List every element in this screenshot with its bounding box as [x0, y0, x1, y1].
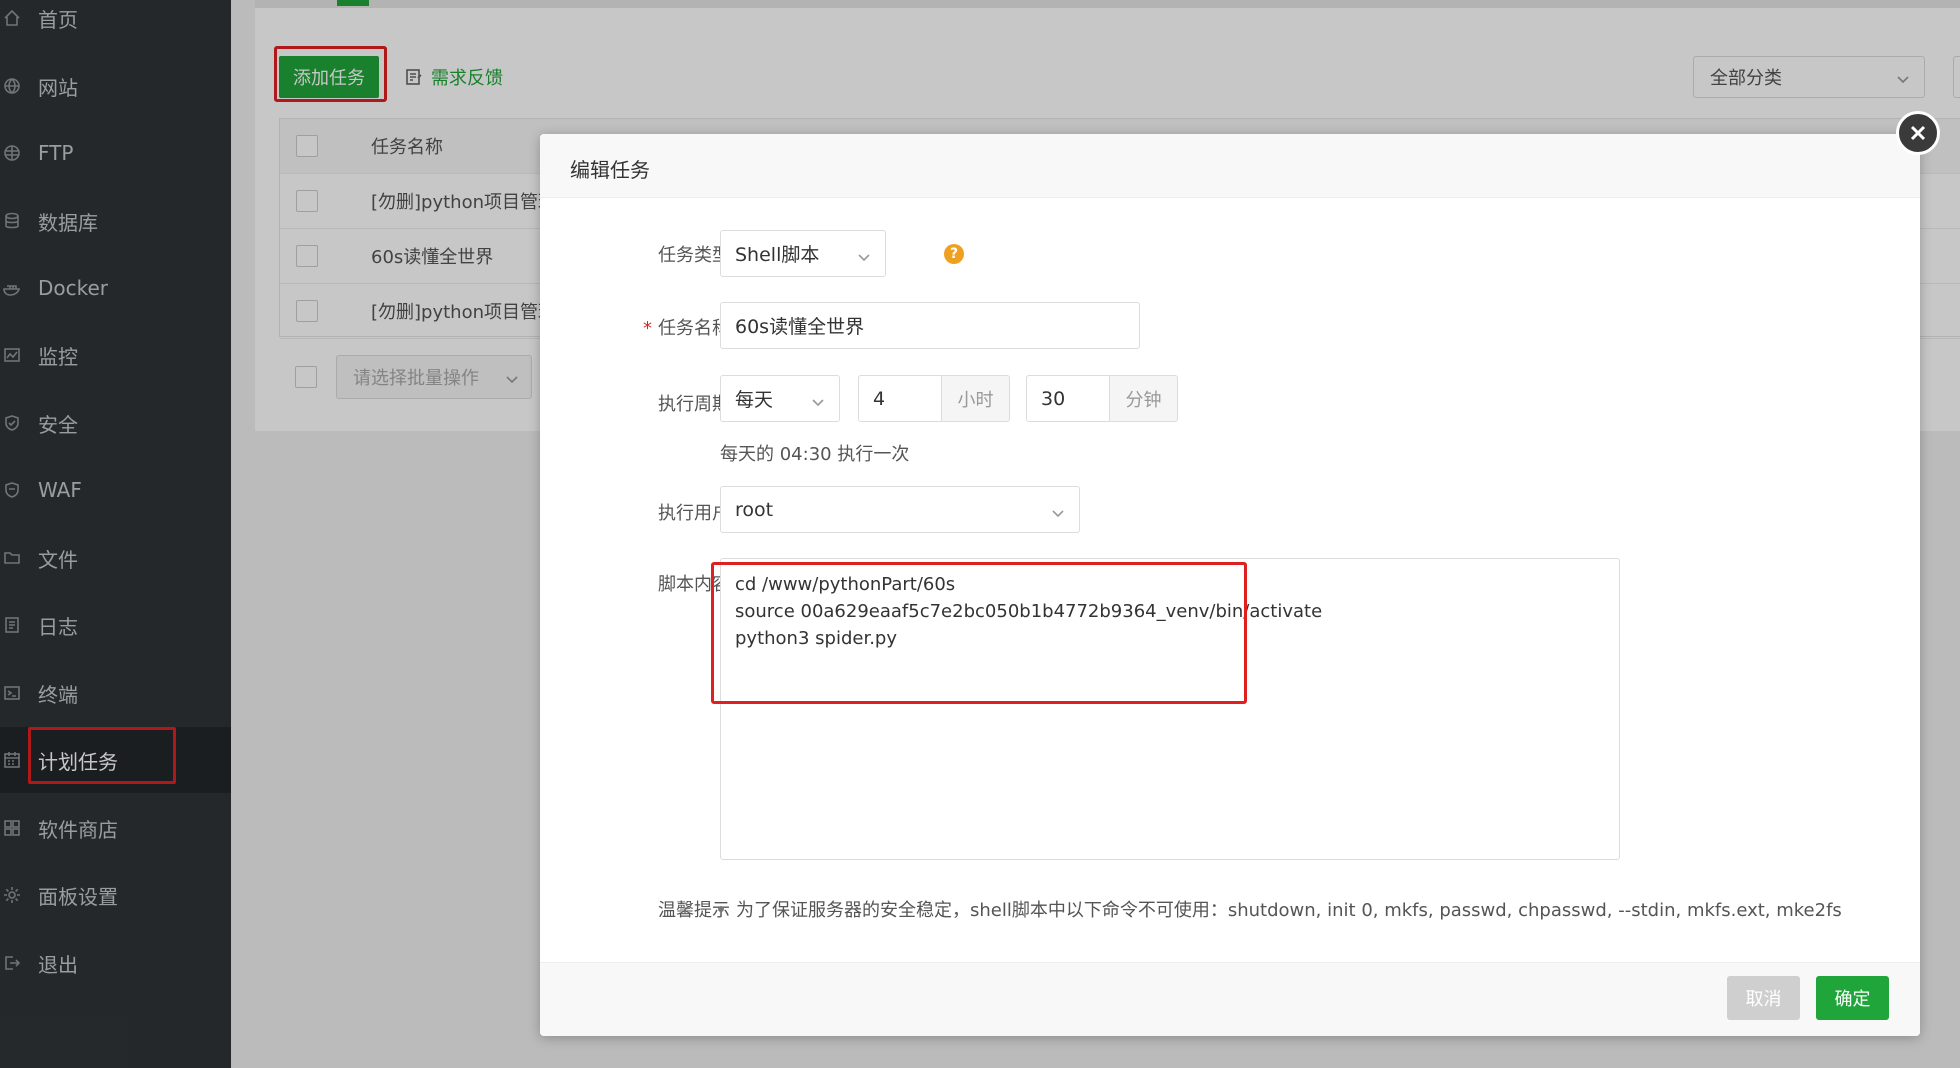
- required-mark: *: [643, 318, 652, 339]
- hour-input[interactable]: 4: [858, 375, 942, 422]
- close-button[interactable]: [1896, 111, 1940, 155]
- script-line: cd /www/pythonPart/60s: [735, 574, 956, 595]
- chevron-down-icon: [811, 392, 825, 414]
- task-type-value: Shell脚本: [735, 244, 820, 266]
- dialog-footer: 取消 确定: [540, 962, 1920, 1036]
- tip-content: 为了保证服务器的安全稳定，shell脚本中以下命令不可使用：shutdown, …: [736, 900, 1842, 921]
- cancel-button[interactable]: 取消: [1727, 976, 1800, 1020]
- minute-value: 30: [1041, 387, 1066, 410]
- minute-unit: 分钟: [1110, 375, 1178, 422]
- close-icon: [1910, 125, 1926, 141]
- chevron-down-icon: [857, 247, 871, 269]
- edit-task-dialog: 编辑任务 任务类型 Shell脚本 ? * 任务名称 60s读懂全世界 执行周期 …: [540, 111, 1940, 1036]
- script-label: 脚本内容: [658, 574, 730, 595]
- hour-value: 4: [873, 387, 886, 410]
- dialog-header: 编辑任务: [540, 134, 1920, 198]
- tip-label: 温馨提示: [658, 900, 730, 921]
- user-label: 执行用户: [658, 503, 730, 524]
- user-select[interactable]: root: [720, 486, 1080, 533]
- script-line: python3 spider.py: [735, 628, 897, 649]
- cycle-period-select[interactable]: 每天: [720, 375, 840, 422]
- cycle-summary: 每天的 04:30 执行一次: [720, 444, 910, 465]
- task-name-value: 60s读懂全世界: [735, 316, 865, 338]
- task-type-label: 任务类型: [658, 245, 730, 266]
- cycle-period-value: 每天: [735, 389, 774, 411]
- user-value: root: [735, 498, 774, 521]
- script-textarea[interactable]: cd /www/pythonPart/60s source 00a629eaaf…: [720, 558, 1620, 860]
- script-line: source 00a629eaaf5c7e2bc050b1b4772b9364_…: [735, 601, 1323, 622]
- tip-text: 为了保证服务器的安全稳定，shell脚本中以下命令不可使用：shutdown, …: [718, 896, 1842, 922]
- confirm-button[interactable]: 确定: [1816, 976, 1889, 1020]
- cycle-label: 执行周期: [658, 394, 730, 415]
- dialog-title: 编辑任务: [570, 158, 650, 182]
- task-name-label: * 任务名称: [618, 314, 730, 340]
- hour-unit: 小时: [942, 375, 1010, 422]
- task-name-input[interactable]: 60s读懂全世界: [720, 302, 1140, 349]
- chevron-down-icon: [1051, 503, 1065, 525]
- bullet-icon: [718, 906, 724, 912]
- minute-input[interactable]: 30: [1026, 375, 1110, 422]
- task-type-select[interactable]: Shell脚本: [720, 230, 886, 277]
- help-icon[interactable]: ?: [944, 244, 964, 264]
